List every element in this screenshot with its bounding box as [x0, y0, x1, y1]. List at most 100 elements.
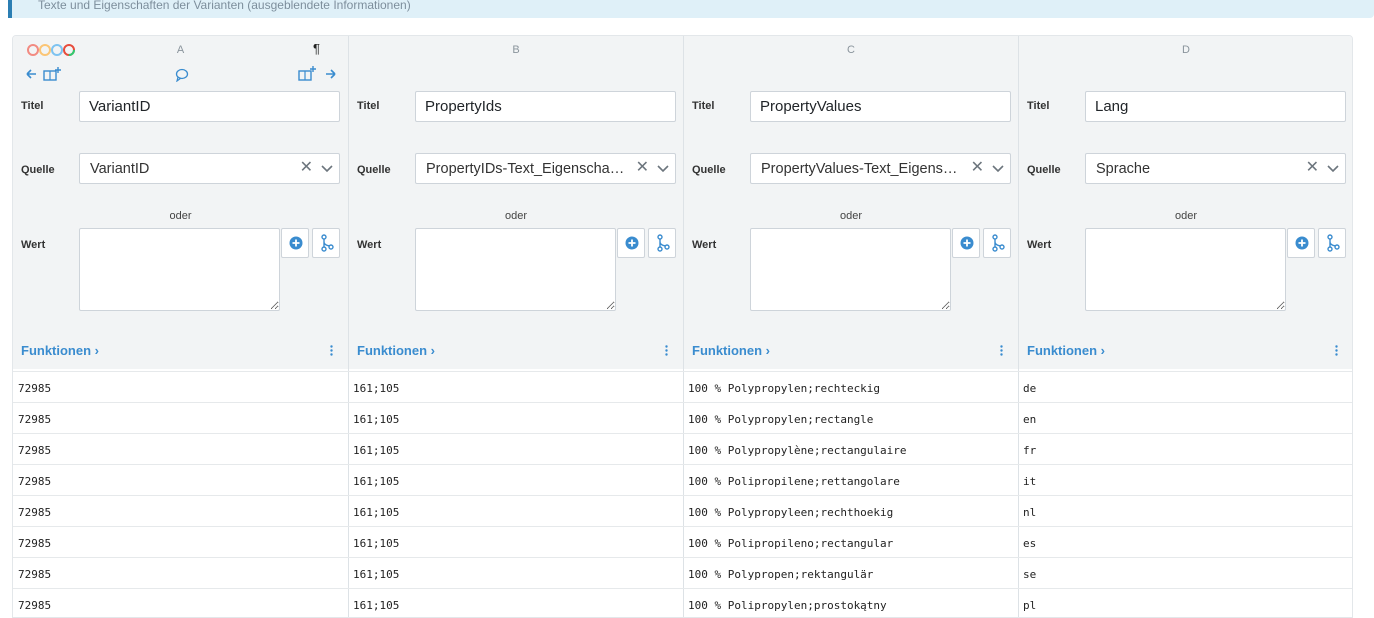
chevron-right-icon: › [1100, 343, 1106, 358]
branch-button[interactable] [648, 228, 676, 258]
add-value-button[interactable] [1287, 228, 1315, 258]
table-cell: 100 % Polypropylen;rechteckig [683, 371, 1018, 402]
table-cell: nl [1018, 495, 1352, 526]
wert-label: Wert [357, 239, 382, 251]
plus-circle-icon [960, 236, 974, 250]
wert-label: Wert [692, 239, 717, 251]
table-cell: 72985 [13, 557, 348, 588]
source-value: Sprache [1096, 161, 1151, 177]
plus-circle-icon [625, 236, 639, 250]
wert-label: Wert [21, 239, 46, 251]
chevron-down-icon[interactable] [657, 163, 669, 175]
functions-label: Funktionen [1027, 343, 1098, 358]
table-cell: 100 % Polipropileno;rectangular [683, 526, 1018, 557]
quelle-label: Quelle [357, 164, 391, 176]
table-cell: fr [1018, 433, 1352, 464]
table-cell: 161;105 [348, 371, 683, 402]
table-cell: 161;105 [348, 557, 683, 588]
clear-icon[interactable]: ✕ [971, 159, 984, 177]
branch-icon [992, 234, 1005, 252]
source-select[interactable]: PropertyIDs-Text_Eigenschaften_Sprachen … [415, 153, 676, 184]
table-cell: en [1018, 402, 1352, 433]
table-cell: 100 % Polypropyleen;rechthoekig [683, 495, 1018, 526]
source-select[interactable]: Sprache ✕ [1085, 153, 1346, 184]
table-cell: 72985 [13, 402, 348, 433]
functions-link[interactable]: Funktionen › [21, 343, 99, 358]
quelle-label: Quelle [1027, 164, 1061, 176]
titel-label: Titel [357, 100, 380, 112]
functions-link[interactable]: Funktionen › [692, 343, 770, 358]
table-cell: 100 % Polypropen;rektangulär [683, 557, 1018, 588]
column-title-input[interactable] [750, 91, 1011, 122]
oder-separator: oder [1174, 210, 1198, 222]
kebab-menu-icon[interactable] [1000, 345, 1003, 356]
table-cell: 161;105 [348, 495, 683, 526]
titel-label: Titel [692, 100, 715, 112]
branch-icon [657, 234, 670, 252]
column-mapping-grid: ¶ A Titel Quelle VariantID ✕ oder Wert [12, 35, 1353, 618]
source-value: PropertyIDs-Text_Eigenschaften_Sprachen [426, 161, 626, 177]
oder-separator: oder [839, 210, 863, 222]
table-cell: 72985 [13, 588, 348, 617]
column-letter: A [176, 44, 185, 56]
branch-icon [321, 234, 334, 252]
table-cell: 100 % Polipropilene;rettangolare [683, 464, 1018, 495]
chevron-down-icon[interactable] [992, 163, 1004, 175]
column-title-input[interactable] [79, 91, 340, 122]
add-value-button[interactable] [617, 228, 645, 258]
value-textarea[interactable] [79, 228, 280, 311]
branch-button[interactable] [1318, 228, 1346, 258]
table-cell: 161;105 [348, 526, 683, 557]
table-cell: de [1018, 371, 1352, 402]
table-cell: 161;105 [348, 402, 683, 433]
value-textarea[interactable] [415, 228, 616, 311]
column-letter: C [847, 44, 855, 56]
table-cell: 161;105 [348, 588, 683, 617]
table-cell: se [1018, 557, 1352, 588]
oder-separator: oder [169, 210, 192, 222]
branch-button[interactable] [312, 228, 340, 258]
clear-icon[interactable]: ✕ [636, 159, 649, 177]
source-select[interactable]: PropertyValues-Text_Eigenschaften_Sprach… [750, 153, 1011, 184]
value-textarea[interactable] [750, 228, 951, 311]
chevron-down-icon[interactable] [321, 163, 333, 175]
column-letter: D [1182, 44, 1190, 56]
titel-label: Titel [1027, 100, 1050, 112]
table-cell: 72985 [13, 464, 348, 495]
plus-circle-icon [1295, 236, 1309, 250]
functions-link[interactable]: Funktionen › [357, 343, 435, 358]
chevron-right-icon: › [94, 343, 100, 358]
wert-label: Wert [1027, 239, 1052, 251]
branch-button[interactable] [983, 228, 1011, 258]
table-cell: 72985 [13, 526, 348, 557]
functions-label: Funktionen [21, 343, 92, 358]
kebab-menu-icon[interactable] [665, 345, 668, 356]
clear-icon[interactable]: ✕ [1306, 159, 1319, 177]
add-value-button[interactable] [281, 228, 309, 258]
source-value: VariantID [90, 161, 150, 177]
plus-circle-icon [289, 236, 303, 250]
source-select[interactable]: VariantID ✕ [79, 153, 340, 184]
functions-label: Funktionen [692, 343, 763, 358]
table-cell: 100 % Polypropylène;rectangulaire [683, 433, 1018, 464]
functions-label: Funktionen [357, 343, 428, 358]
chevron-down-icon[interactable] [1327, 163, 1339, 175]
table-cell: pl [1018, 588, 1352, 617]
value-textarea[interactable] [1085, 228, 1286, 311]
functions-link[interactable]: Funktionen › [1027, 343, 1105, 358]
banner-text: Texte und Eigenschaften der Varianten (a… [38, 0, 411, 12]
column-letter: B [512, 44, 520, 56]
add-value-button[interactable] [952, 228, 980, 258]
clear-icon[interactable]: ✕ [300, 159, 313, 177]
table-cell: 161;105 [348, 433, 683, 464]
chevron-right-icon: › [765, 343, 771, 358]
info-banner: Texte und Eigenschaften der Varianten (a… [8, 0, 1374, 18]
column-title-input[interactable] [1085, 91, 1346, 122]
column-title-input[interactable] [415, 91, 676, 122]
quelle-label: Quelle [692, 164, 726, 176]
table-cell: 72985 [13, 371, 348, 402]
table-cell: es [1018, 526, 1352, 557]
kebab-menu-icon[interactable] [1335, 345, 1338, 356]
kebab-menu-icon[interactable] [330, 345, 333, 356]
table-cell: it [1018, 464, 1352, 495]
